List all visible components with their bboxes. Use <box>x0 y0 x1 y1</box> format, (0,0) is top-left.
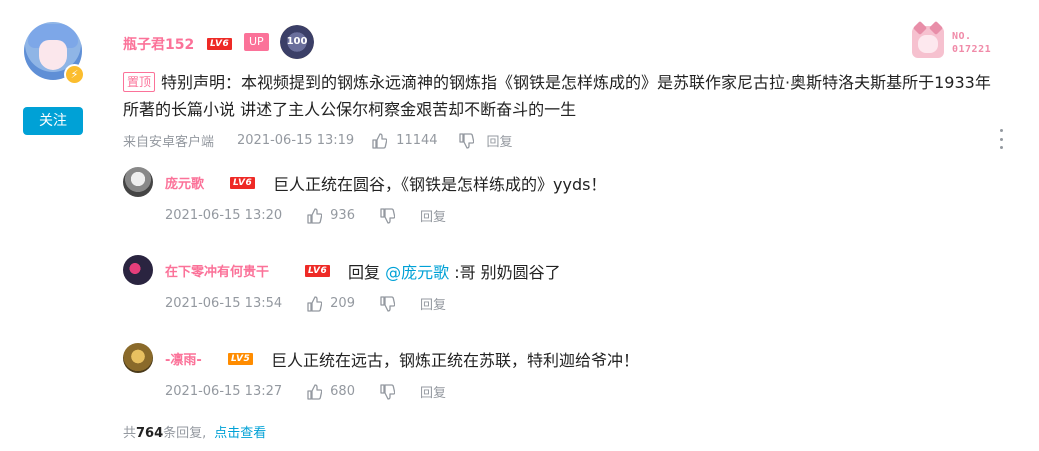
dot <box>999 137 1003 141</box>
reply-info: 2021-06-15 13:20 936 回复 <box>165 206 446 225</box>
avatar[interactable] <box>123 167 153 197</box>
thumbs-down-icon[interactable] <box>379 295 397 312</box>
source-label: 来自安卓客户端 <box>123 135 215 150</box>
comment-thread: ⚡ 关注 瓶子君152 LV6 UP 100 NO. 017221 置顶 特别声明… <box>0 0 1039 451</box>
comment-text: 特别声明：本视频提到的钢炼永远滴神的钢炼指《钢铁是怎样炼成的》是苏联作家尼古拉·… <box>123 73 991 119</box>
up-tag: UP <box>244 33 269 51</box>
avatar[interactable] <box>123 255 153 285</box>
comment-content: 置顶 特别声明：本视频提到的钢炼永远滴神的钢炼指《钢铁是怎样炼成的》是苏联作家尼古… <box>123 69 1003 123</box>
reply-text: 巨人正统在圆谷，《钢铁是怎样练成的》yyds！ <box>273 171 606 195</box>
reply-content: 巨人正统在远古，钢炼正统在苏联，特利迦给爷冲！ <box>271 351 640 370</box>
reply-count: 764 <box>136 426 164 441</box>
timestamp: 2021-06-15 13:54 <box>165 296 283 311</box>
thumbs-up-icon[interactable] <box>306 295 324 312</box>
fan-badge-face <box>918 35 938 53</box>
avatar-face <box>39 40 67 70</box>
dot <box>999 129 1003 132</box>
thumbs-down-icon[interactable] <box>379 207 397 224</box>
like-count: 936 <box>330 208 355 223</box>
reply-text: 巨人正统在远古，钢炼正统在苏联，特利迦给爷冲！ <box>271 347 639 371</box>
reply-username[interactable]: 庞元歌 <box>165 173 204 192</box>
username[interactable]: 瓶子君152 <box>123 34 194 54</box>
more-options-icon[interactable] <box>997 129 1005 149</box>
reply-summary: 共764条回复, 点击查看 <box>123 422 266 441</box>
reply-text: 回复 @庞元歌 :哥 别奶圆谷了 <box>348 259 561 283</box>
lightning-icon: ⚡ <box>64 64 85 85</box>
reply-content: :哥 别奶圆谷了 <box>449 263 561 282</box>
reply-info: 2021-06-15 13:54 209 回复 <box>165 294 446 313</box>
fan-number-label: NO. <box>952 31 972 42</box>
reply-username[interactable]: 在下零冲有何贵干 <box>165 261 269 280</box>
medal-icon: 100 <box>280 25 314 59</box>
reply-content: 巨人正统在圆谷，《钢铁是怎样练成的》yyds！ <box>273 175 607 194</box>
thumbs-down-icon[interactable] <box>379 383 397 400</box>
fan-badge-icon <box>912 20 944 58</box>
view-all-link[interactable]: 点击查看 <box>214 426 266 441</box>
reply-button[interactable]: 回复 <box>420 294 446 313</box>
reply-button[interactable]: 回复 <box>420 206 446 225</box>
mention-link[interactable]: @庞元歌 <box>385 263 449 282</box>
level-badge: LV6 <box>207 38 233 50</box>
like-count: 680 <box>330 384 355 399</box>
pinned-tag: 置顶 <box>123 72 156 92</box>
thumbs-down-icon[interactable] <box>458 132 476 149</box>
comment-info: 来自安卓客户端 2021-06-15 13:19 11144 回复 <box>123 131 513 150</box>
like-count: 209 <box>330 296 355 311</box>
timestamp: 2021-06-15 13:19 <box>237 133 355 148</box>
timestamp: 2021-06-15 13:20 <box>165 208 283 223</box>
like-count: 11144 <box>396 133 438 148</box>
level-badge: LV6 <box>305 265 331 277</box>
level-badge: LV5 <box>228 353 254 365</box>
level-badge: LV6 <box>230 177 256 189</box>
fan-number: NO. 017221 <box>952 30 991 56</box>
reply-info: 2021-06-15 13:27 680 回复 <box>165 382 446 401</box>
fan-number-value: 017221 <box>952 44 992 55</box>
fan-badge-ear <box>928 20 944 36</box>
thumbs-up-icon[interactable] <box>371 132 389 149</box>
avatar[interactable] <box>123 343 153 373</box>
reply-username[interactable]: -凛雨- <box>165 349 202 368</box>
reply-prefix: 回复 <box>348 263 386 282</box>
thumbs-up-icon[interactable] <box>306 207 324 224</box>
follow-button[interactable]: 关注 <box>23 107 83 135</box>
thumbs-up-icon[interactable] <box>306 383 324 400</box>
summary-suffix: 条回复, <box>163 426 207 441</box>
reply-button[interactable]: 回复 <box>420 382 446 401</box>
dot <box>999 146 1003 149</box>
timestamp: 2021-06-15 13:27 <box>165 384 283 399</box>
fan-badge-ear <box>912 20 928 36</box>
summary-prefix: 共 <box>123 426 137 441</box>
reply-button[interactable]: 回复 <box>487 131 513 150</box>
